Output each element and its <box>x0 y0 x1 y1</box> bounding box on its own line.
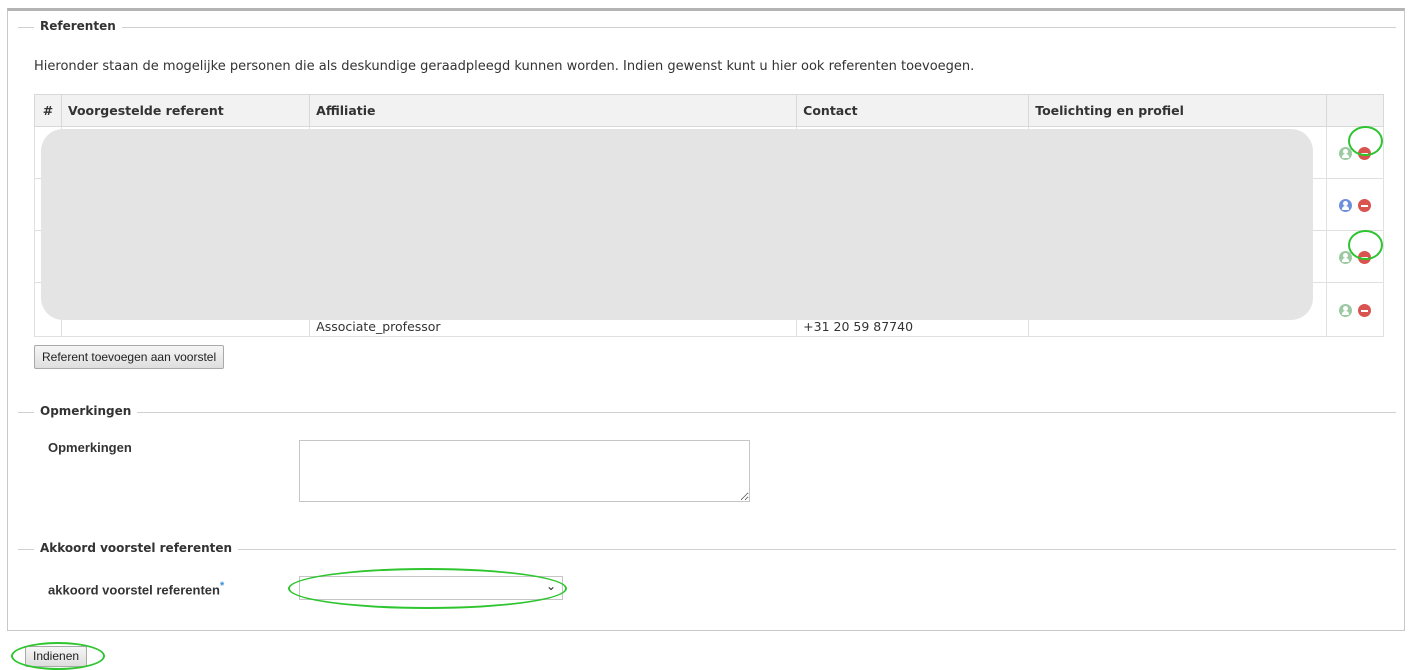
intro-text: Hieronder staan de mogelijke personen di… <box>34 59 975 74</box>
highlight-circle <box>1348 230 1383 260</box>
actions-cell <box>1326 178 1384 231</box>
column-header-number: # <box>34 94 62 127</box>
column-header-toelichting: Toelichting en profiel <box>1028 94 1328 127</box>
opmerkingen-textarea[interactable] <box>299 440 750 502</box>
akkoord-label: akkoord voorstel referenten* <box>48 580 224 597</box>
section-title-akkoord: Akkoord voorstel referenten <box>34 541 239 555</box>
highlight-circle <box>288 568 567 609</box>
akkoord-label-text: akkoord voorstel referenten <box>48 582 220 598</box>
redacted-overlay <box>41 129 1313 320</box>
remove-icon[interactable] <box>1358 199 1371 212</box>
section-divider <box>18 412 1396 413</box>
person-blue-icon[interactable] <box>1339 199 1353 212</box>
opmerkingen-label: Opmerkingen <box>48 440 132 455</box>
section-title-referenten: Referenten <box>34 19 122 33</box>
section-title-opmerkingen: Opmerkingen <box>34 404 138 418</box>
column-header-affiliatie: Affiliatie <box>309 94 798 127</box>
section-divider <box>18 27 1396 28</box>
highlight-circle <box>1348 126 1383 156</box>
column-header-referent: Voorgestelde referent <box>60 94 311 127</box>
add-referent-button[interactable]: Referent toevoegen aan voorstel <box>34 345 225 369</box>
table-header-row: # Voorgestelde referent Affiliatie Conta… <box>34 94 1384 127</box>
person-green-icon[interactable] <box>1339 304 1353 317</box>
column-header-actions <box>1326 94 1384 127</box>
highlight-circle <box>11 642 105 670</box>
remove-icon[interactable] <box>1358 304 1371 317</box>
actions-cell <box>1326 282 1384 337</box>
column-header-contact: Contact <box>796 94 1030 127</box>
required-marker: * <box>219 580 225 592</box>
